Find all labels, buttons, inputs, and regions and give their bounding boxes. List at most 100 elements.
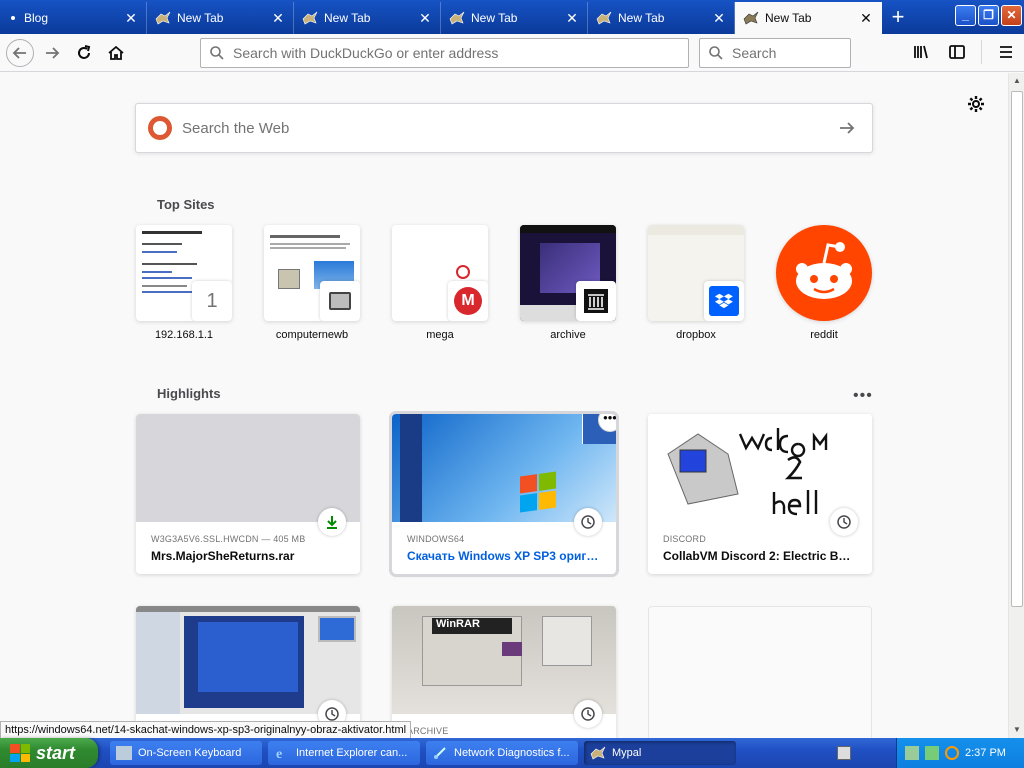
card-image [648,414,872,522]
menu-button[interactable] [992,38,1020,66]
card-source: DISCORD [663,534,706,544]
keyboard-tray-icon[interactable] [837,746,851,760]
toolbar-separator [981,40,982,64]
scroll-up-icon[interactable]: ▲ [1009,73,1024,89]
task-label: On-Screen Keyboard [138,747,242,759]
web-search-box[interactable]: Search the Web [135,103,873,153]
taskbar-item-mypal[interactable]: Mypal [584,741,736,765]
download-icon [318,508,346,536]
highlight-placeholder [648,606,872,738]
search-bar[interactable]: Search [699,38,851,68]
card-source: W3G3A5V6.SSL.HWCDN — 405 MB [151,534,306,544]
top-site-mega[interactable]: M mega [392,225,488,341]
svg-text:e: e [276,747,282,760]
system-tray: 2:37 PM [837,738,1024,768]
close-icon[interactable]: ✕ [712,11,726,25]
network-diagnostics-icon [432,746,448,760]
top-site-reddit[interactable]: reddit [776,225,872,341]
card-title: Скачать Windows XP SP3 ориги... [407,549,601,563]
site-label: computernewb [275,329,349,341]
site-thumbnail [648,225,744,321]
new-tab-page: Search the Web Top Sites 1 192.168.1.1 c… [0,73,1008,738]
tab-new-1[interactable]: New Tab ✕ [147,2,294,34]
scroll-thumb[interactable] [1011,91,1023,607]
restore-button[interactable]: ❐ [978,5,999,26]
tab-strip: Blog ✕ New Tab ✕ New Tab ✕ New Tab ✕ New… [0,0,1024,34]
tab-new-3[interactable]: New Tab ✕ [441,2,588,34]
home-button[interactable] [102,39,130,67]
top-site-computernewb[interactable]: computernewb [264,225,360,341]
web-search-placeholder: Search the Web [182,119,290,137]
top-sites-title: Top Sites [157,197,215,212]
highlight-card[interactable] [136,606,360,738]
card-title: CollabVM Discord 2: Electric Boo... [663,549,857,563]
close-icon[interactable]: ✕ [271,11,285,25]
internet-explorer-icon: e [274,746,290,762]
status-link-preview: https://windows64.net/14-skachat-windows… [0,721,412,739]
taskbar-item-ie[interactable]: e Internet Explorer can... [268,741,420,765]
hamburger-icon [1000,46,1012,58]
close-icon[interactable]: ✕ [859,11,873,25]
more-options-icon[interactable]: ••• [853,387,873,405]
site-thumbnail: M [392,225,488,321]
library-button[interactable] [907,38,935,66]
start-button[interactable]: start [0,738,98,768]
reload-button[interactable] [70,39,98,67]
highlight-card[interactable]: W3G3A5V6.SSL.HWCDN — 405 MB Mrs.MajorShe… [136,414,360,574]
new-tab-button[interactable]: + [882,2,914,34]
card-image [136,606,360,714]
arrow-right-icon[interactable] [836,117,858,139]
site-badge: 1 [192,281,232,321]
address-placeholder: Search with DuckDuckGo or enter address [233,45,499,61]
network-tray-icon[interactable] [905,746,919,760]
card-image [392,414,616,522]
home-icon [108,45,124,60]
forward-button[interactable] [38,39,66,67]
task-label: Network Diagnostics f... [454,747,570,759]
gear-icon[interactable] [965,93,987,115]
card-source: ARCHIVE [407,726,449,736]
card-title: Mrs.MajorSheReturns.rar [151,549,295,563]
taskbar-item-network[interactable]: Network Diagnostics f... [426,741,578,765]
site-label: 192.168.1.1 [154,329,214,341]
highlight-card[interactable]: DISCORD CollabVM Discord 2: Electric Boo… [648,414,872,574]
taskbar-item-keyboard[interactable]: On-Screen Keyboard [110,741,262,765]
start-label: start [36,742,76,763]
close-icon[interactable]: ✕ [565,11,579,25]
keyboard-icon [116,746,132,760]
highlight-card[interactable]: ••• WINDOWS64 Скачать Windows XP SP3 ори… [389,411,619,577]
search-placeholder: Search [732,45,777,61]
back-button[interactable] [6,38,34,67]
arrow-left-icon [12,46,26,59]
highlight-card[interactable]: WinRAR ARCHIVE [392,606,616,738]
close-window-button[interactable]: ✕ [1001,5,1022,26]
archive-icon [576,281,616,321]
site-thumbnail [520,225,616,321]
highlights-title: Highlights [157,386,221,401]
tab-new-active[interactable]: New Tab ✕ [735,2,882,34]
search-icon [709,46,723,60]
close-icon[interactable]: ✕ [418,11,432,25]
close-icon[interactable]: ✕ [124,11,138,25]
mypal-icon [596,11,612,25]
mypal-icon [302,11,318,25]
clock: 2:37 PM [965,747,1006,759]
scroll-down-icon[interactable]: ▼ [1009,722,1024,738]
address-bar[interactable]: Search with DuckDuckGo or enter address [200,38,689,68]
sidebar-button[interactable] [943,38,971,66]
page-scrollbar[interactable]: ▲ ▼ [1008,73,1024,738]
mypal-icon [449,11,465,25]
mypal-icon [743,11,759,25]
tab-new-2[interactable]: New Tab ✕ [294,2,441,34]
tab-blog[interactable]: Blog ✕ [0,2,147,34]
connection-tray-icon[interactable] [925,746,939,760]
site-thumbnail: 1 [136,225,232,321]
winrar-logo: WinRAR [432,618,512,634]
top-site-dropbox[interactable]: dropbox [648,225,744,341]
top-site-192-168-1-1[interactable]: 1 192.168.1.1 [136,225,232,341]
site-label: reddit [810,329,838,341]
top-site-archive[interactable]: archive [520,225,616,341]
search-tray-icon[interactable] [945,746,959,760]
minimize-button[interactable]: _ [955,5,976,26]
tab-new-4[interactable]: New Tab ✕ [588,2,735,34]
